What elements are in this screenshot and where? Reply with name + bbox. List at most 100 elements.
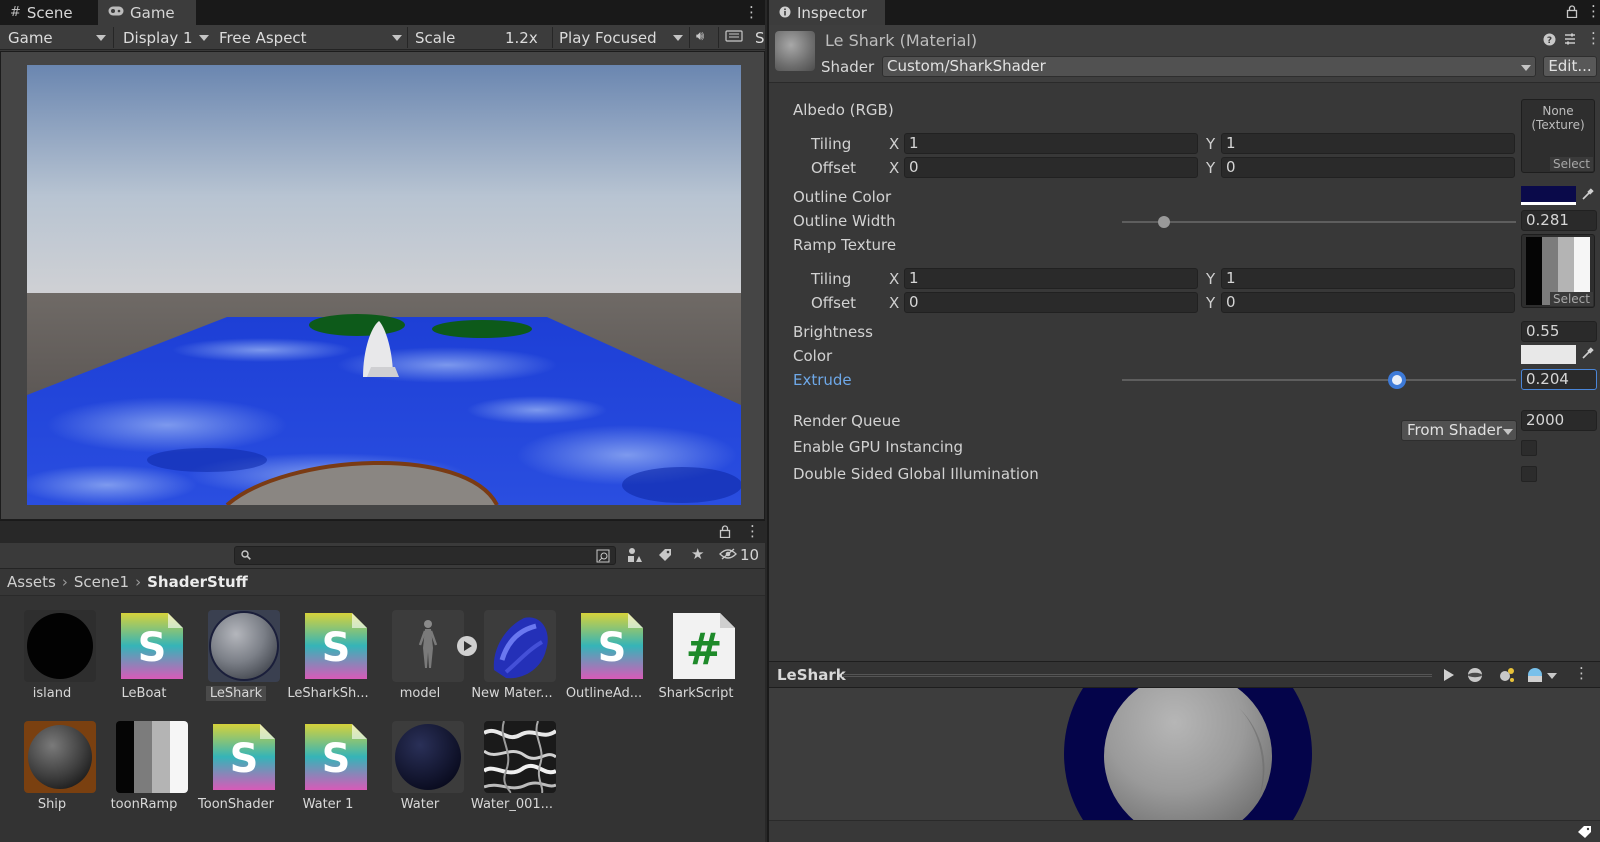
asset-item-ship[interactable]: Ship — [6, 721, 98, 821]
preview-resize-handle[interactable] — [842, 674, 1432, 677]
render-queue-mode-dropdown[interactable]: From Shader — [1401, 420, 1517, 441]
eyedropper-icon[interactable] — [1581, 347, 1594, 363]
material-navy-icon — [392, 721, 464, 793]
albedo-offset-y-field[interactable]: 0 — [1221, 157, 1515, 178]
more-options-icon[interactable]: ⋮ — [745, 524, 760, 539]
more-options-icon[interactable]: ⋮ — [744, 5, 759, 20]
filter-by-type-icon[interactable] — [627, 547, 643, 566]
ramp-texture-slot[interactable]: Select — [1521, 234, 1595, 308]
asset-item-new-material[interactable]: New Mater... — [466, 610, 558, 710]
asset-item-water[interactable]: Water — [374, 721, 466, 821]
audio-mute-icon[interactable]: 🔊︎ — [696, 30, 704, 43]
albedo-select-button[interactable]: Select — [1549, 157, 1593, 171]
asset-item-toonshader[interactable]: S ToonShader — [190, 721, 282, 821]
game-panel: # Scene Game ⋮ Game Display 1 Free Aspec… — [0, 0, 765, 520]
breadcrumb-scene1[interactable]: Scene1 — [74, 573, 129, 591]
asset-label: toonRamp — [110, 797, 178, 812]
ramp-select-button[interactable]: Select — [1549, 292, 1593, 306]
brightness-field[interactable]: 0.55 — [1521, 321, 1597, 342]
presets-icon[interactable] — [1563, 32, 1577, 49]
ramp-offset-x-field[interactable]: 0 — [904, 292, 1198, 313]
asset-item-water1[interactable]: S Water 1 — [282, 721, 374, 821]
asset-item-lesharkshader[interactable]: S LeSharkSh... — [282, 610, 374, 710]
render-queue-field[interactable]: 2000 — [1521, 410, 1597, 431]
display-dropdown[interactable]: Display 1 — [123, 25, 213, 50]
asset-item-model[interactable]: model — [374, 610, 477, 710]
ramp-texture-label: Ramp Texture — [793, 236, 897, 254]
color-swatch[interactable] — [1521, 345, 1576, 364]
asset-item-water001[interactable]: Water_001... — [466, 721, 558, 821]
axis-x-label: X — [889, 294, 900, 312]
axis-y-label: Y — [1206, 294, 1216, 312]
asset-item-outlineadd[interactable]: S OutlineAd... — [558, 610, 650, 710]
favorite-star-icon[interactable]: ★ — [691, 547, 704, 562]
double-sided-gi-checkbox[interactable] — [1521, 466, 1537, 482]
overflow-label[interactable]: S — [755, 25, 765, 50]
albedo-tiling-x-field[interactable]: 1 — [904, 133, 1198, 154]
preview-toolbar: LeShark ⋮ — [769, 661, 1600, 688]
more-options-icon[interactable]: ⋮ — [1586, 4, 1600, 19]
asset-item-sharkscript[interactable]: # SharkScript — [650, 610, 742, 710]
asset-label: LeShark — [190, 686, 282, 701]
asset-label: New Mater... — [471, 686, 553, 701]
extrude-field[interactable]: 0.204 — [1521, 369, 1597, 390]
game-viewport[interactable] — [27, 65, 741, 505]
asset-label-tag-icon[interactable] — [1577, 825, 1592, 842]
albedo-tiling-y-field[interactable]: 1 — [1221, 133, 1515, 154]
material-preview[interactable] — [769, 688, 1600, 820]
eyedropper-icon[interactable] — [1581, 188, 1594, 204]
breadcrumb-shaderstuff[interactable]: ShaderStuff — [147, 573, 248, 591]
hidden-packages-count: 10 — [740, 546, 760, 564]
play-mode-dropdown[interactable]: Play Focused — [559, 25, 689, 50]
lock-icon[interactable] — [719, 525, 731, 541]
gpu-instancing-checkbox[interactable] — [1521, 440, 1537, 456]
more-options-icon[interactable]: ⋮ — [1586, 31, 1600, 46]
ramp-tiling-y-field[interactable]: 1 — [1221, 268, 1515, 289]
hidden-packages-icon[interactable] — [719, 548, 737, 563]
axis-x-label: X — [889, 135, 900, 153]
svg-text:?: ? — [1547, 36, 1552, 46]
chevron-down-icon[interactable] — [1547, 673, 1557, 679]
outline-color-swatch[interactable] — [1521, 186, 1576, 205]
asset-item-island[interactable]: island — [6, 610, 98, 710]
chevron-down-icon — [392, 35, 402, 41]
filter-by-label-icon[interactable] — [658, 548, 672, 565]
edit-shader-button[interactable]: Edit... — [1543, 56, 1597, 77]
asset-label: Water — [400, 797, 440, 812]
more-options-icon[interactable]: ⋮ — [1574, 666, 1589, 681]
albedo-texture-slot[interactable]: None (Texture) Select — [1521, 99, 1595, 173]
ramp-offset-y-field[interactable]: 0 — [1221, 292, 1515, 313]
ramp-tiling-x-field[interactable]: 1 — [904, 268, 1198, 289]
outline-width-slider-thumb[interactable] — [1158, 216, 1170, 228]
play-icon[interactable] — [1443, 668, 1455, 685]
asset-item-leboat[interactable]: S LeBoat — [98, 610, 190, 710]
preview-lights-icon[interactable] — [1498, 666, 1516, 687]
preview-background-icon[interactable] — [1527, 667, 1543, 686]
shader-s-icon: S — [208, 721, 280, 793]
asset-item-leshark[interactable]: LeShark — [190, 610, 282, 710]
tab-inspector[interactable]: Inspector — [769, 0, 885, 25]
game-mode-dropdown[interactable]: Game — [8, 25, 108, 50]
outline-width-slider[interactable] — [1122, 221, 1516, 223]
asset-item-toonramp[interactable]: toonRamp — [98, 721, 190, 821]
extrude-slider[interactable] — [1122, 379, 1516, 381]
breadcrumb-assets[interactable]: Assets — [7, 573, 56, 591]
outline-width-field[interactable]: 0.281 — [1521, 210, 1597, 231]
shader-s-icon: S — [300, 610, 372, 682]
help-icon[interactable]: ? — [1543, 33, 1556, 49]
chevron-right-icon: › — [61, 573, 68, 591]
project-search-input[interactable] — [234, 546, 616, 565]
stats-icon[interactable] — [725, 29, 743, 46]
material-header: Le Shark (Material) ? ⋮ Shader Custom/Sh… — [769, 25, 1600, 83]
aspect-dropdown[interactable]: Free Aspect — [219, 25, 403, 50]
asset-label: island — [32, 686, 72, 701]
search-by-type-icon[interactable] — [596, 549, 611, 566]
tab-scene[interactable]: # Scene — [0, 0, 98, 25]
tab-game[interactable]: Game — [98, 0, 196, 25]
extrude-slider-thumb[interactable] — [1388, 371, 1406, 389]
shader-dropdown[interactable]: Custom/SharkShader — [882, 56, 1536, 77]
lock-icon[interactable] — [1566, 5, 1578, 21]
inspector-status-strip — [769, 820, 1600, 842]
albedo-offset-x-field[interactable]: 0 — [904, 157, 1198, 178]
preview-sphere-icon[interactable] — [1467, 667, 1483, 686]
